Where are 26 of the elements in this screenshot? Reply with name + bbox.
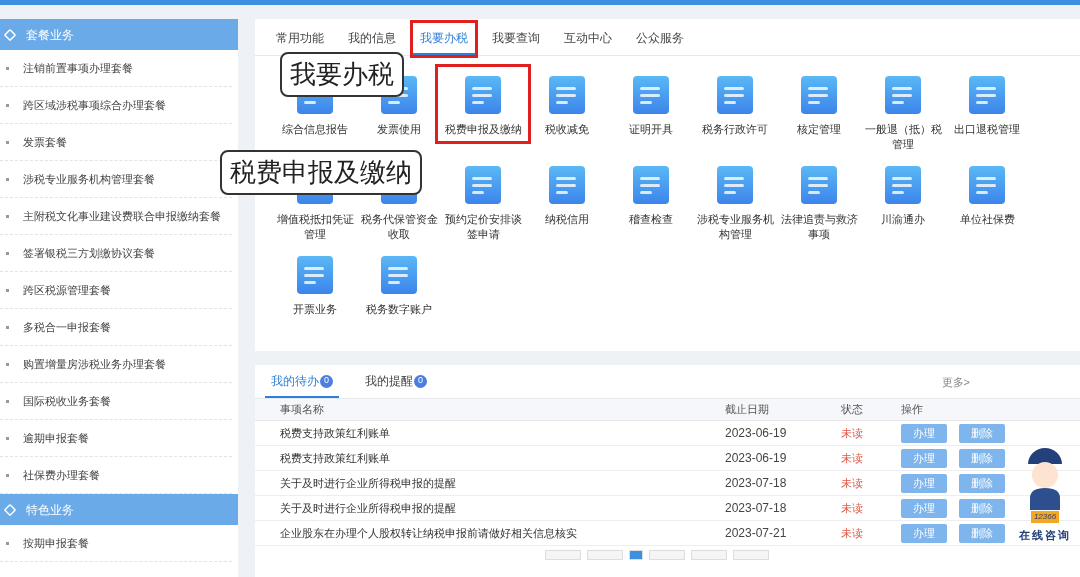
table-cell-text: 2023-07-18	[725, 500, 788, 517]
callout-tooltip: 我要办税	[280, 52, 404, 97]
table-cell-text: 企业股东在办理个人股权转让纳税申报前请做好相关信息核实	[279, 525, 578, 541]
table-cell-text: 2023-07-21	[725, 525, 788, 542]
count-badge: 0	[320, 374, 333, 388]
callout-tooltip: 税费申报及缴纳	[220, 150, 422, 195]
column-header: 事项名称	[279, 402, 325, 418]
table-cell-text: 关于及时进行企业所得税申报的提醒	[279, 500, 457, 516]
status-text: 未读	[841, 525, 864, 541]
status-text: 未读	[841, 425, 864, 441]
count-badge: 0	[414, 374, 427, 388]
table-cell-text: 税费支持政策红利账单	[279, 425, 391, 441]
hotline-badge: 12366	[1030, 511, 1060, 523]
status-text: 未读	[841, 500, 864, 516]
column-header: 操作	[901, 402, 924, 418]
table-cell-text: 2023-06-19	[725, 425, 788, 442]
table-cell-text: 税费支持政策红利账单	[279, 450, 391, 466]
column-header: 截止日期	[725, 402, 770, 418]
status-text: 未读	[841, 475, 864, 491]
column-header: 状态	[841, 402, 864, 418]
section-title: 套餐业务	[26, 26, 74, 44]
table-cell-text: 关于及时进行企业所得税申报的提醒	[279, 475, 457, 491]
table-cell-text: 2023-06-19	[725, 450, 788, 467]
status-text: 未读	[841, 450, 864, 466]
section-title: 特色业务	[26, 501, 74, 519]
table-cell-text: 2023-07-18	[725, 475, 788, 492]
